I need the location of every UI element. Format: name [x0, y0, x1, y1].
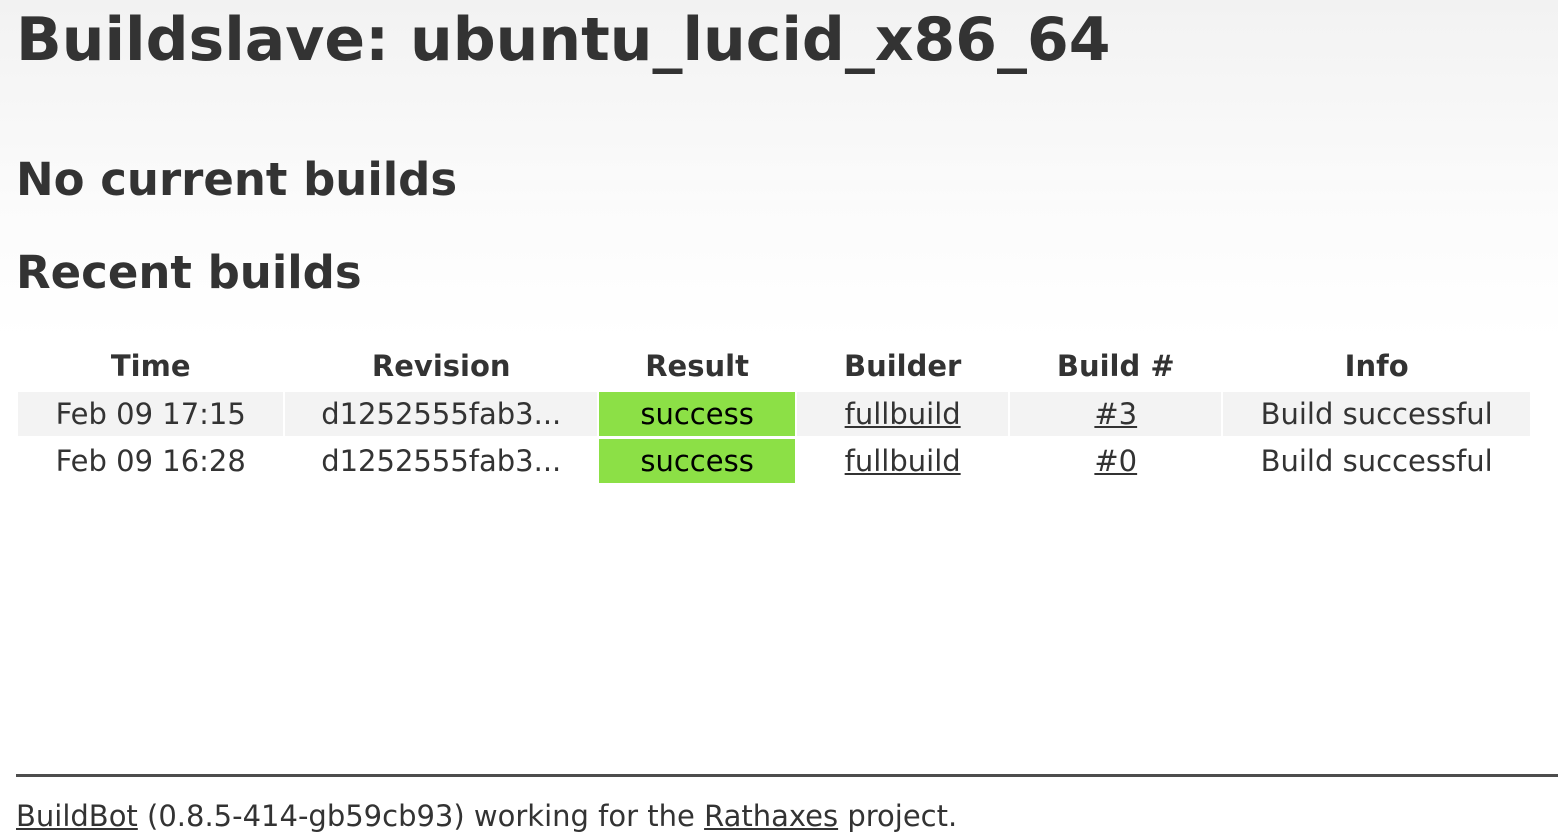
build-number-link[interactable]: #0	[1094, 444, 1137, 478]
build-number-cell: #0	[1010, 439, 1222, 483]
table-header-row: Time Revision Result Builder Build # Inf…	[18, 343, 1530, 389]
column-header-time: Time	[110, 349, 191, 383]
builder-cell: fullbuild	[797, 392, 1009, 436]
build-number-link[interactable]: #3	[1094, 397, 1137, 431]
build-result-badge: success	[599, 392, 796, 436]
table-row: Feb 09 16:28 d1252555fab3... success ful…	[18, 439, 1530, 483]
footer-version-text: (0.8.5-414-gb59cb93) working for the	[137, 799, 705, 833]
build-info: Build successful	[1223, 392, 1530, 436]
build-number-cell: #3	[1010, 392, 1222, 436]
builder-link[interactable]: fullbuild	[845, 397, 961, 431]
builder-cell: fullbuild	[797, 439, 1009, 483]
column-header-info: Info	[1344, 349, 1409, 383]
table-row: Feb 09 17:15 d1252555fab3... success ful…	[18, 392, 1530, 436]
footer-divider	[16, 774, 1558, 777]
column-header-revision: Revision	[371, 349, 511, 383]
build-revision: d1252555fab3...	[285, 439, 598, 483]
build-result-badge: success	[599, 439, 796, 483]
build-info: Build successful	[1223, 439, 1530, 483]
column-header-builder: Builder	[843, 349, 962, 383]
recent-builds-heading: Recent builds	[16, 246, 362, 299]
project-link[interactable]: Rathaxes	[704, 799, 838, 833]
build-time: Feb 09 16:28	[18, 439, 284, 483]
footer: BuildBot (0.8.5-414-gb59cb93) working fo…	[16, 796, 957, 836]
column-header-result: Result	[645, 349, 749, 383]
build-revision: d1252555fab3...	[285, 392, 598, 436]
current-builds-heading: No current builds	[16, 153, 458, 206]
footer-suffix-text: project.	[838, 799, 958, 833]
recent-builds-table: Time Revision Result Builder Build # Inf…	[16, 340, 1532, 486]
builder-link[interactable]: fullbuild	[845, 444, 961, 478]
column-header-build-number: Build #	[1056, 349, 1175, 383]
build-time: Feb 09 17:15	[18, 392, 284, 436]
page-title: Buildslave: ubuntu_lucid_x86_64	[16, 5, 1111, 75]
buildbot-link[interactable]: BuildBot	[16, 799, 138, 833]
